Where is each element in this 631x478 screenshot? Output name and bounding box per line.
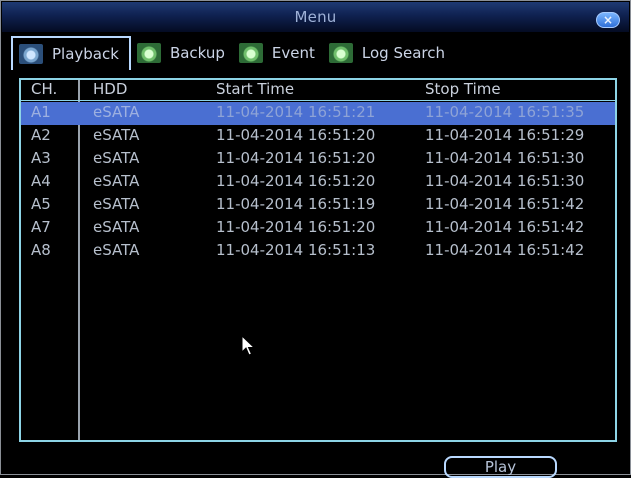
cell-ch: A5: [31, 195, 51, 213]
cell-stop-time: 11-04-2014 16:51:42: [425, 241, 585, 259]
cell-hdd: eSATA: [93, 218, 140, 236]
header-hdd: HDD: [93, 80, 128, 98]
table-row[interactable]: A2 eSATA 11-04-2014 16:51:20 11-04-2014 …: [21, 125, 615, 148]
cell-ch: A3: [31, 149, 51, 167]
camera-icon: [328, 43, 353, 63]
cell-stop-time: 11-04-2014 16:51:35: [425, 103, 585, 121]
table-row[interactable]: A3 eSATA 11-04-2014 16:51:20 11-04-2014 …: [21, 148, 615, 171]
cell-hdd: eSATA: [93, 103, 140, 121]
header-ch: CH.: [31, 80, 58, 98]
close-icon: ×: [602, 13, 614, 27]
cell-hdd: eSATA: [93, 195, 140, 213]
table-body: A1 eSATA 11-04-2014 16:51:21 11-04-2014 …: [21, 102, 615, 263]
cell-ch: A7: [31, 218, 51, 236]
tab-label: Playback: [52, 45, 119, 63]
cell-stop-time: 11-04-2014 16:51:30: [425, 149, 585, 167]
window-title: Menu: [294, 8, 337, 26]
camera-icon: [19, 44, 43, 64]
tab-label: Log Search: [361, 44, 445, 62]
cell-start-time: 11-04-2014 16:51:20: [216, 172, 376, 190]
table-row[interactable]: A4 eSATA 11-04-2014 16:51:20 11-04-2014 …: [21, 171, 615, 194]
header-stop-time: Stop Time: [425, 80, 501, 98]
cell-start-time: 11-04-2014 16:51:20: [216, 218, 376, 236]
table-row[interactable]: A8 eSATA 11-04-2014 16:51:13 11-04-2014 …: [21, 240, 615, 263]
tab-playback[interactable]: Playback: [11, 36, 131, 70]
cell-stop-time: 11-04-2014 16:51:29: [425, 126, 585, 144]
cell-ch: A1: [31, 103, 51, 121]
tab-label: Event: [271, 44, 315, 62]
cell-start-time: 11-04-2014 16:51:13: [216, 241, 376, 259]
recordings-table: CH. HDD Start Time Stop Time A1 eSATA 11…: [19, 78, 617, 442]
menu-window: Menu × Playback Backup Event Log Search …: [0, 0, 631, 478]
cell-stop-time: 11-04-2014 16:51:30: [425, 172, 585, 190]
cell-start-time: 11-04-2014 16:51:20: [216, 126, 376, 144]
cell-hdd: eSATA: [93, 126, 140, 144]
cell-stop-time: 11-04-2014 16:51:42: [425, 195, 585, 213]
tab-backup[interactable]: Backup: [131, 37, 233, 69]
close-button[interactable]: ×: [596, 12, 620, 28]
cell-ch: A4: [31, 172, 51, 190]
tab-bar: Playback Backup Event Log Search: [11, 36, 624, 70]
camera-icon: [238, 43, 263, 63]
table-row[interactable]: A5 eSATA 11-04-2014 16:51:19 11-04-2014 …: [21, 194, 615, 217]
cell-hdd: eSATA: [93, 241, 140, 259]
cell-start-time: 11-04-2014 16:51:20: [216, 149, 376, 167]
header-start-time: Start Time: [216, 80, 295, 98]
cell-hdd: eSATA: [93, 149, 140, 167]
cell-hdd: eSATA: [93, 172, 140, 190]
table-header: CH. HDD Start Time Stop Time: [21, 80, 615, 100]
tab-event[interactable]: Event: [233, 37, 323, 69]
cell-ch: A8: [31, 241, 51, 259]
tab-log-search[interactable]: Log Search: [323, 37, 453, 69]
mouse-pointer-icon: [241, 335, 256, 356]
cell-stop-time: 11-04-2014 16:51:42: [425, 218, 585, 236]
header-divider: [21, 100, 615, 101]
cell-ch: A2: [31, 126, 51, 144]
table-row[interactable]: A7 eSATA 11-04-2014 16:51:20 11-04-2014 …: [21, 217, 615, 240]
cell-start-time: 11-04-2014 16:51:19: [216, 195, 376, 213]
cell-start-time: 11-04-2014 16:51:21: [216, 103, 376, 121]
tab-label: Backup: [169, 44, 225, 62]
camera-icon: [136, 43, 161, 63]
title-bar: Menu ×: [2, 2, 629, 32]
table-row[interactable]: A1 eSATA 11-04-2014 16:51:21 11-04-2014 …: [21, 102, 615, 125]
